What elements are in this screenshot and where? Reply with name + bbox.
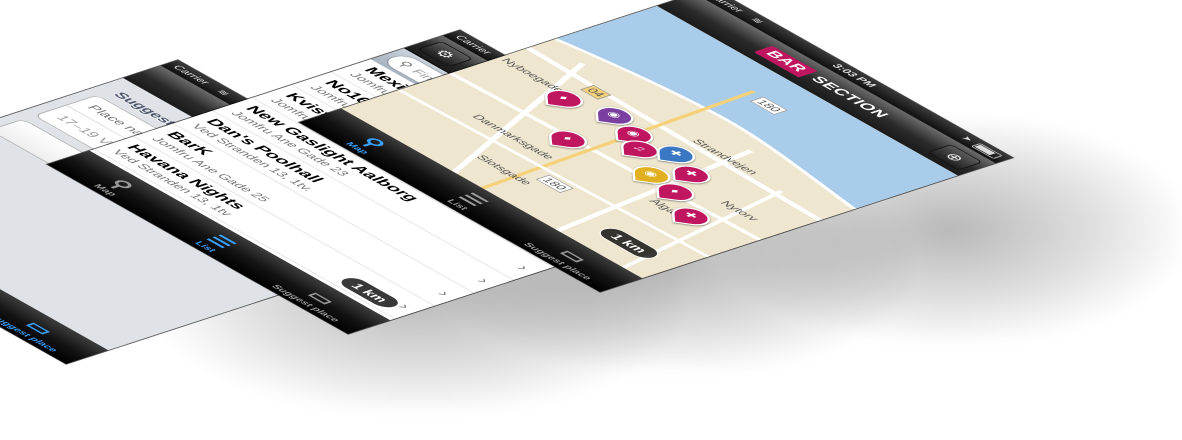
gear-icon: ⚙ (430, 48, 459, 61)
search-icon: ⚲ (394, 59, 418, 70)
app-showcase: Carrier ≋ 12:13 AM ➤ BAR SECTION Suggest… (0, 0, 1182, 440)
crosshair-icon: ⊕ (940, 151, 968, 164)
tab-suggest-label: Suggest place (0, 313, 60, 353)
